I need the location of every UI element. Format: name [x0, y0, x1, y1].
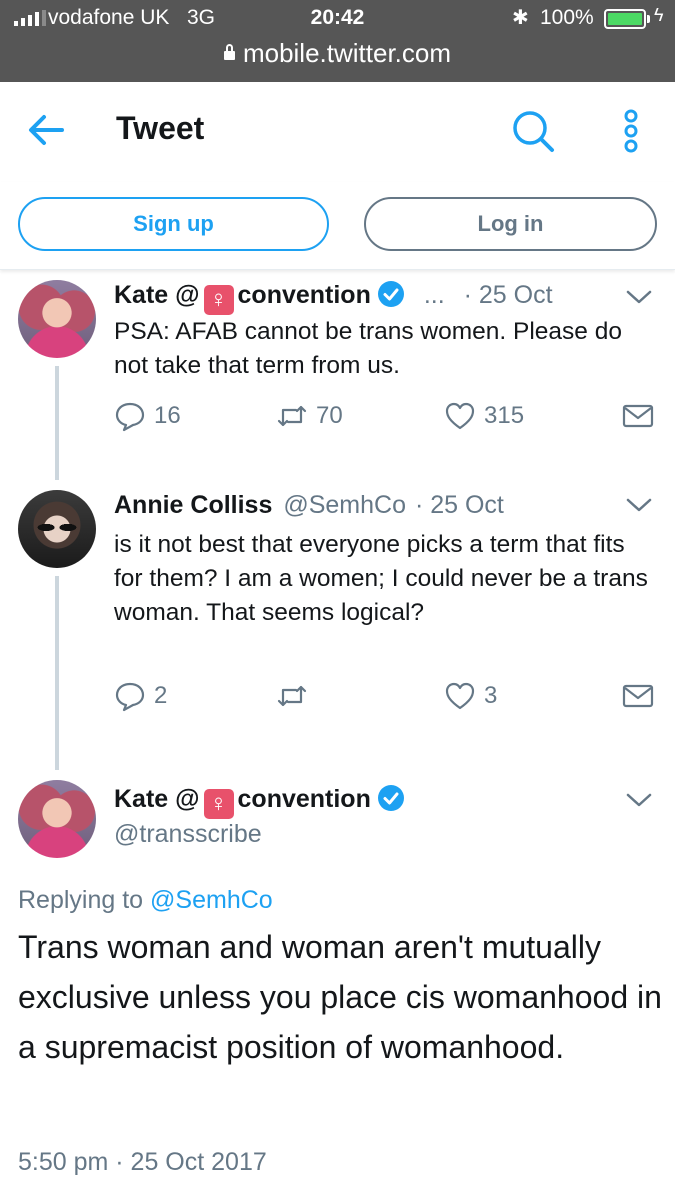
battery-icon [604, 9, 646, 29]
tweet-text: PSA: AFAB cannot be trans women. Please … [114, 318, 622, 379]
reply-icon [115, 402, 145, 432]
reply-count: 16 [154, 402, 181, 429]
tweet-actions: 16 70 315 [114, 400, 659, 440]
lock-icon [223, 44, 235, 60]
message-icon [622, 684, 654, 708]
reply-count: 2 [154, 682, 168, 709]
auth-bar: Sign up Log in [0, 182, 675, 270]
reply-button[interactable]: 16 [114, 400, 181, 432]
avatar[interactable] [18, 490, 96, 568]
author-name[interactable]: Kate @ ♀ convention [114, 281, 371, 315]
chevron-down-icon[interactable] [625, 790, 653, 810]
tweet-timestamp[interactable]: 5:50 pm · 25 Oct 2017 [18, 1148, 267, 1177]
tweet-date[interactable]: · 25 Oct [464, 281, 553, 309]
tweet-header: Kate @ ♀ convention ... · 25 Oct [114, 280, 553, 315]
more-icon[interactable] [616, 108, 646, 154]
back-arrow-icon[interactable] [26, 110, 66, 150]
address-bar[interactable]: mobile.twitter.com [0, 38, 675, 69]
message-icon [622, 404, 654, 428]
page-header: Tweet [0, 82, 675, 182]
retweet-button[interactable] [276, 680, 316, 712]
venus-icon: ♀ [203, 789, 234, 819]
retweet-count: 70 [316, 402, 343, 429]
name-truncation: ... [423, 281, 445, 309]
like-button[interactable]: 315 [444, 400, 524, 432]
author-name[interactable]: Kate @ ♀ convention [114, 785, 371, 819]
retweet-icon [277, 685, 307, 707]
page-title: Tweet [116, 110, 205, 146]
thread-line [55, 366, 59, 480]
tweet-header: Annie Colliss @SemhCo · 25 Oct [114, 491, 504, 520]
author-handle[interactable]: @SemhCo [283, 491, 406, 519]
battery-tip [647, 15, 650, 23]
author-handle[interactable]: @transscribe [114, 820, 262, 849]
avatar[interactable] [18, 780, 96, 858]
like-icon [445, 402, 475, 430]
reply-button[interactable]: 2 [114, 680, 167, 712]
chevron-down-icon[interactable] [625, 495, 653, 515]
battery-percent: 100% [540, 6, 594, 29]
url-text: mobile.twitter.com [242, 38, 452, 68]
signup-button[interactable]: Sign up [18, 197, 329, 251]
venus-icon: ♀ [203, 285, 234, 315]
search-icon[interactable] [510, 108, 556, 154]
message-button[interactable] [622, 400, 654, 432]
like-button[interactable]: 3 [444, 680, 497, 712]
replying-to-link[interactable]: @SemhCo [150, 886, 273, 914]
author-name[interactable]: Annie Colliss [114, 491, 272, 519]
verified-icon [377, 785, 404, 811]
bluetooth-icon: ✱ [512, 7, 529, 29]
chevron-down-icon[interactable] [625, 287, 653, 307]
like-icon [445, 682, 475, 710]
login-button[interactable]: Log in [364, 197, 657, 251]
browser-chrome: vodafone UK 3G 20:42 ✱ 100% ϟ mobile.twi… [0, 0, 675, 82]
reply-icon [115, 682, 145, 712]
verified-icon [377, 281, 404, 307]
main-tweet-text: Trans woman and woman aren't mutually ex… [18, 929, 662, 1065]
status-bar: vodafone UK 3G 20:42 ✱ 100% ϟ [0, 0, 675, 36]
thread-line [55, 576, 59, 770]
author-name-row: Kate @ ♀ convention [114, 784, 405, 819]
like-count: 315 [484, 402, 525, 429]
tweet-text: is it not best that everyone picks a ter… [114, 531, 648, 626]
like-count: 3 [484, 682, 498, 709]
charging-icon: ϟ [654, 5, 664, 25]
retweet-icon [277, 405, 307, 427]
retweet-button[interactable]: 70 [276, 400, 343, 432]
message-button[interactable] [622, 680, 654, 712]
replying-to: Replying to @SemhCo [18, 886, 273, 914]
tweet-actions: 2 3 [114, 680, 659, 720]
tweet-date[interactable]: · 25 Oct [415, 491, 504, 519]
avatar[interactable] [18, 280, 96, 358]
